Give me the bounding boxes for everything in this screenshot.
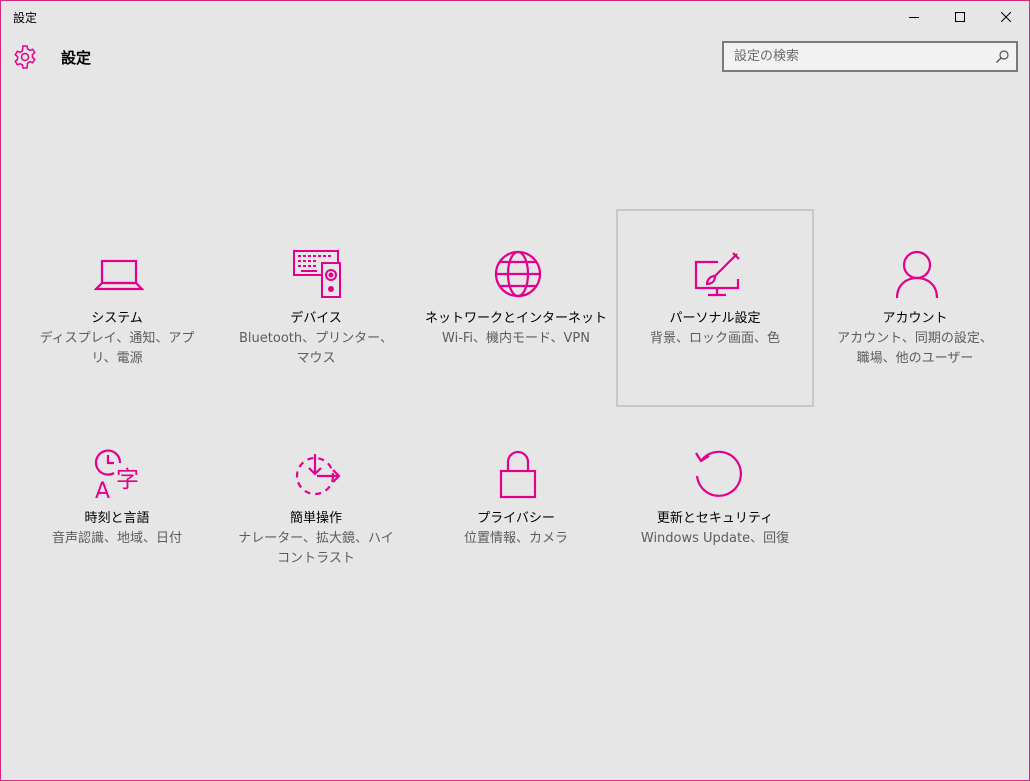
tile-description: 音声認識、地域、日付 [51,531,182,546]
tile-network[interactable]: ネットワークとインターネット Wi-Fi、機内モード、VPN [417,209,615,407]
window-title: 設定 [13,11,38,25]
tile-description: アカウント、同期の設定、職場、他のユーザー [837,331,993,366]
refresh-icon [695,450,742,497]
search-input[interactable] [724,43,996,70]
tile-description: 位置情報、カメラ [463,531,568,546]
time-language-icon: A 字 [94,449,139,499]
tile-description: Windows Update、回復 [640,531,790,546]
tile-title: プライバシー [477,511,555,526]
minimize-button[interactable] [891,1,937,33]
ease-of-access-icon [295,454,341,496]
tile-title: パーソナル設定 [669,311,761,326]
person-icon [895,250,939,299]
search-icon[interactable] [995,49,1010,64]
tile-title: アカウント [882,311,948,326]
tile-description: Bluetooth、プリンター、マウス [239,331,393,366]
lock-icon [499,450,537,499]
title-bar[interactable]: 設定 [1,1,1029,33]
laptop-icon [94,259,144,291]
minimize-icon [909,17,919,18]
tile-title: 簡単操作 [289,511,342,526]
tile-accounts[interactable]: アカウント アカウント、同期の設定、職場、他のユーザー [816,209,1014,407]
page-header: 設定 [1,37,1029,77]
tile-system[interactable]: システム ディスプレイ、通知、アプリ、電源 [18,209,216,407]
page-title: 設定 [61,49,92,67]
tile-description: ディスプレイ、通知、アプリ、電源 [39,331,195,366]
devices-icon [293,250,341,298]
tile-description: 背景、ロック画面、色 [649,331,780,346]
search-box[interactable] [722,41,1018,72]
paint-monitor-icon [694,252,740,297]
tile-personalization[interactable]: パーソナル設定 背景、ロック画面、色 [616,209,814,407]
maximize-button[interactable] [937,1,983,33]
tile-update-security[interactable]: 更新とセキュリティ Windows Update、回復 [616,409,814,607]
tile-ease-of-access[interactable]: 簡単操作 ナレーター、拡大鏡、ハイコントラスト [217,409,415,607]
tile-time-language[interactable]: A 字 時刻と言語 音声認識、地域、日付 [18,409,216,607]
tile-description: ナレーター、拡大鏡、ハイコントラスト [238,531,394,566]
tile-title: ネットワークとインターネット [424,311,607,326]
tile-title: デバイス [290,311,342,326]
tile-description: Wi-Fi、機内モード、VPN [442,331,590,346]
tile-privacy[interactable]: プライバシー 位置情報、カメラ [417,409,615,607]
svg-text:字: 字 [116,467,139,493]
tile-title: 更新とセキュリティ [656,511,774,526]
tile-title: システム [91,311,143,326]
maximize-icon [955,12,965,22]
svg-text:A: A [95,479,110,499]
tile-title: 時刻と言語 [84,511,150,526]
settings-window: 設定 設定 設定の検索 システム ディスプレイ、通知、アプリ、電源 デバイス B… [0,0,1030,781]
globe-icon [494,250,542,298]
close-icon [1001,12,1011,22]
tile-devices[interactable]: デバイス Bluetooth、プリンター、マウス [217,209,415,407]
gear-icon [14,45,36,69]
close-button[interactable] [983,1,1029,33]
